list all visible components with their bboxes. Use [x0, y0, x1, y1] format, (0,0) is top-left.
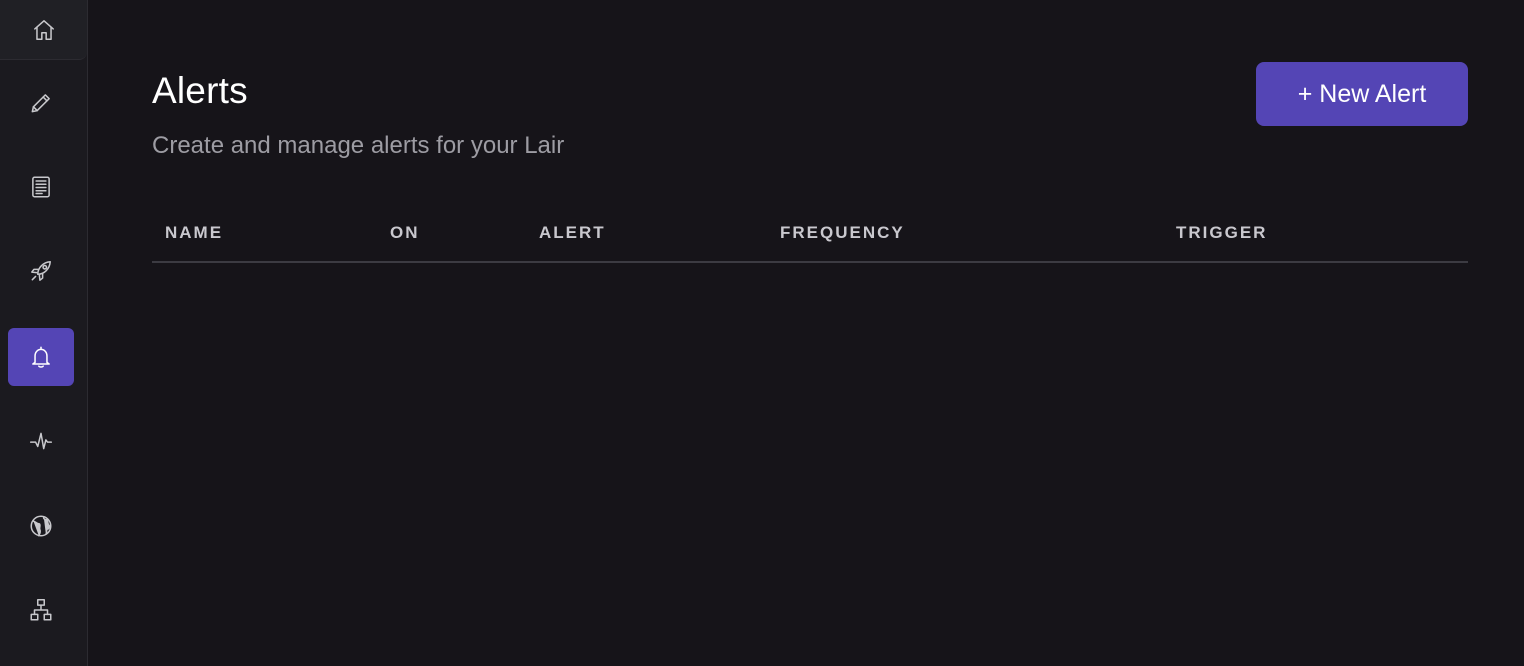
- pencil-icon: [31, 94, 50, 113]
- app-window: Alerts Create and manage alerts for your…: [0, 0, 1524, 666]
- sidebar: [0, 0, 88, 666]
- page-subtitle: Create and manage alerts for your Lair: [152, 132, 565, 159]
- sidebar-item-home[interactable]: [0, 0, 87, 60]
- main-content: Alerts Create and manage alerts for your…: [152, 0, 1468, 666]
- home-icon: [33, 19, 54, 40]
- sidebar-item-edit[interactable]: [8, 74, 74, 132]
- column-header-alert[interactable]: ALERT: [539, 223, 606, 243]
- document-icon: [32, 176, 50, 198]
- sidebar-item-web[interactable]: [8, 497, 74, 555]
- new-alert-button[interactable]: + New Alert: [1256, 62, 1468, 126]
- sidebar-item-hierarchy[interactable]: [8, 581, 74, 639]
- sidebar-item-alerts[interactable]: [8, 328, 74, 386]
- pulse-icon: [29, 432, 53, 450]
- sitemap-icon: [30, 598, 52, 621]
- table-header: NAME ON ALERT FREQUENCY TRIGGER: [152, 204, 1468, 263]
- sidebar-item-docs[interactable]: [8, 158, 74, 216]
- page-title: Alerts: [152, 70, 248, 111]
- alerts-table: NAME ON ALERT FREQUENCY TRIGGER: [152, 204, 1468, 263]
- column-header-on[interactable]: ON: [390, 223, 420, 243]
- sidebar-item-activity[interactable]: [8, 412, 74, 470]
- globe-icon: [30, 515, 52, 537]
- column-header-frequency[interactable]: FREQUENCY: [780, 223, 905, 243]
- sidebar-item-deploy[interactable]: [8, 242, 74, 300]
- column-header-name[interactable]: NAME: [165, 223, 223, 243]
- column-header-trigger[interactable]: TRIGGER: [1176, 223, 1267, 243]
- rocket-icon: [31, 261, 51, 281]
- bell-icon: [32, 346, 50, 368]
